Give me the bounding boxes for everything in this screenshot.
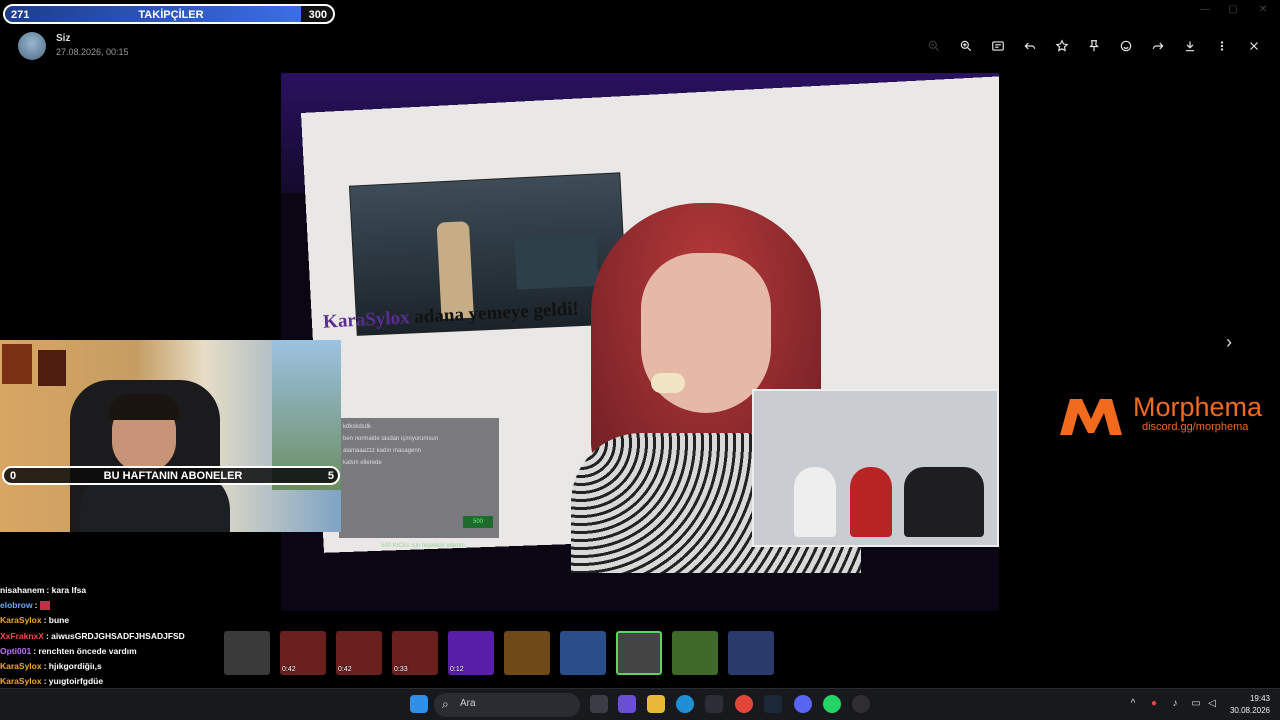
thumbnail-duration: 0:42 <box>338 666 352 673</box>
avatar[interactable] <box>18 32 46 60</box>
sub-label: BU HAFTANIN ABONELER <box>4 469 342 484</box>
file-explorer-icon[interactable] <box>647 695 665 713</box>
thumbnail-image[interactable] <box>728 631 774 675</box>
minimize-icon[interactable]: — <box>1198 4 1212 16</box>
chat-text: bune <box>49 615 69 625</box>
thumbnail-video[interactable]: 0:12 <box>448 631 494 675</box>
chat-text: renchten öncede vardım <box>38 646 136 656</box>
download-icon[interactable] <box>1179 36 1201 56</box>
reply-icon[interactable] <box>1019 36 1041 56</box>
window-close-icon[interactable]: ✕ <box>1256 4 1270 16</box>
volume-icon[interactable]: ◁ <box>1206 698 1218 710</box>
follower-label: TAKİPÇİLER <box>5 7 335 23</box>
task-view-icon[interactable] <box>590 695 608 713</box>
whatsapp-icon[interactable] <box>823 695 841 713</box>
thumbnail-image[interactable] <box>504 631 550 675</box>
chevron-up-icon[interactable]: ^ <box>1127 698 1139 710</box>
close-icon[interactable] <box>1243 36 1265 56</box>
taskbar-search[interactable]: ⌕ Ara <box>434 693 580 717</box>
chat-text: hjıkgordiğiı,s <box>49 661 102 671</box>
clock-date[interactable]: 30.08.2026 <box>1224 706 1270 715</box>
tv-chat-line: alamaaazzz kadın masagenn <box>343 448 495 454</box>
chat-emote-icon <box>40 601 50 610</box>
obs-icon[interactable] <box>852 695 870 713</box>
chat-username[interactable]: KaraSylox <box>0 676 42 686</box>
tv-chat-line: kdkskdsdk <box>343 424 495 430</box>
chrome-icon[interactable] <box>735 695 753 713</box>
tv-caption-highlight: KaraSylox <box>323 307 411 333</box>
chat-username[interactable]: Opti001 <box>0 646 31 656</box>
store-icon[interactable] <box>705 695 723 713</box>
forward-icon[interactable] <box>1147 36 1169 56</box>
search-placeholder: Ara <box>460 698 476 709</box>
zoom-in-icon[interactable] <box>955 36 977 56</box>
wall-poster <box>2 344 32 384</box>
thumbnail-duration: 0:12 <box>450 666 464 673</box>
discord-icon[interactable] <box>794 695 812 713</box>
chat-text: kara lfsa <box>52 585 87 595</box>
message-timestamp: 27.08.2026, 00:15 <box>56 47 129 57</box>
streamer-hair <box>108 394 180 420</box>
logo-url: discord.gg/morphema <box>1142 421 1248 433</box>
clock-time[interactable]: 19:43 <box>1240 694 1270 703</box>
windows-start-icon[interactable] <box>410 695 428 713</box>
tv-chat-line: kalsm ellerede <box>343 460 495 466</box>
chat-username[interactable]: nisahanem <box>0 585 44 595</box>
chat-username[interactable]: KaraSylox <box>0 661 42 671</box>
thumbnail-video[interactable]: 0:42 <box>280 631 326 675</box>
cam-person <box>904 467 984 537</box>
search-icon: ⌕ <box>442 697 449 712</box>
mic-icon[interactable]: ♪ <box>1169 698 1181 710</box>
wall-poster <box>38 350 66 386</box>
sub-right-count: 5 <box>328 469 334 484</box>
steam-icon[interactable] <box>764 695 782 713</box>
chat-message: nisahanem: kara lfsa <box>0 583 300 598</box>
react-icon[interactable] <box>1115 36 1137 56</box>
app-tray-icon[interactable]: ● <box>1148 698 1160 710</box>
tv-webcam-box <box>752 389 999 547</box>
cam-person <box>794 467 836 537</box>
tv-chat-line: ben normalde tasdan içmiyorumsun <box>343 436 495 442</box>
copilot-icon[interactable] <box>618 695 636 713</box>
more-icon[interactable] <box>1211 36 1233 56</box>
subscriber-goal-bar: 0 BU HAFTANIN ABONELER 5 <box>2 466 340 485</box>
cam-person <box>850 467 892 537</box>
chat-message: elobrow: <box>0 598 300 613</box>
chat-username[interactable]: KaraSylox <box>0 615 42 625</box>
thumbnail-folder[interactable] <box>224 631 270 675</box>
thumbnail-duration: 0:42 <box>282 666 296 673</box>
chat-text: yuıgtoirfgdüe <box>49 676 103 686</box>
logo-name: Morphema <box>1133 392 1262 423</box>
tv-footer: 500 KICKs için teşekkür ederim. <box>381 543 681 557</box>
morphema-logo-icon <box>1058 395 1124 437</box>
thumbnail-video[interactable]: 0:42 <box>336 631 382 675</box>
taskbar: ⌕ Ara ^ ● ♪ ▭ ◁ 19:43 30.08.2026 <box>0 688 1280 720</box>
pin-icon[interactable] <box>1083 36 1105 56</box>
thumbnail-image[interactable] <box>672 631 718 675</box>
star-icon[interactable] <box>1051 36 1073 56</box>
tv-kick-badge: 500 <box>463 516 493 528</box>
zoom-out-icon[interactable] <box>923 36 945 56</box>
thumbnail-image[interactable] <box>616 631 662 675</box>
edge-icon[interactable] <box>676 695 694 713</box>
chat-text: aiwusGRDJGHSADFJHSADJFSD <box>51 631 185 641</box>
chat-username[interactable]: XxFraknxX <box>0 631 44 641</box>
next-arrow-icon[interactable]: › <box>1219 332 1239 352</box>
chat-username[interactable]: elobrow <box>0 600 33 610</box>
follower-target: 300 <box>309 7 327 23</box>
microphone <box>651 373 685 393</box>
thumbnail-duration: 0:33 <box>394 666 408 673</box>
follower-goal-bar: 271 TAKİPÇİLER 300 <box>3 4 335 24</box>
maximize-icon[interactable]: ▢ <box>1226 4 1240 16</box>
sender-name: Siz <box>56 33 70 44</box>
network-icon[interactable]: ▭ <box>1190 698 1202 710</box>
streamer-webcam <box>0 340 341 532</box>
media-image: KaraSylox adana yemeye geldi! kdkskdsdk … <box>281 73 999 611</box>
thumbnail-image[interactable] <box>560 631 606 675</box>
caption-icon[interactable] <box>987 36 1009 56</box>
chat-message: KaraSylox: bune <box>0 613 300 628</box>
thumbnail-video[interactable]: 0:33 <box>392 631 438 675</box>
